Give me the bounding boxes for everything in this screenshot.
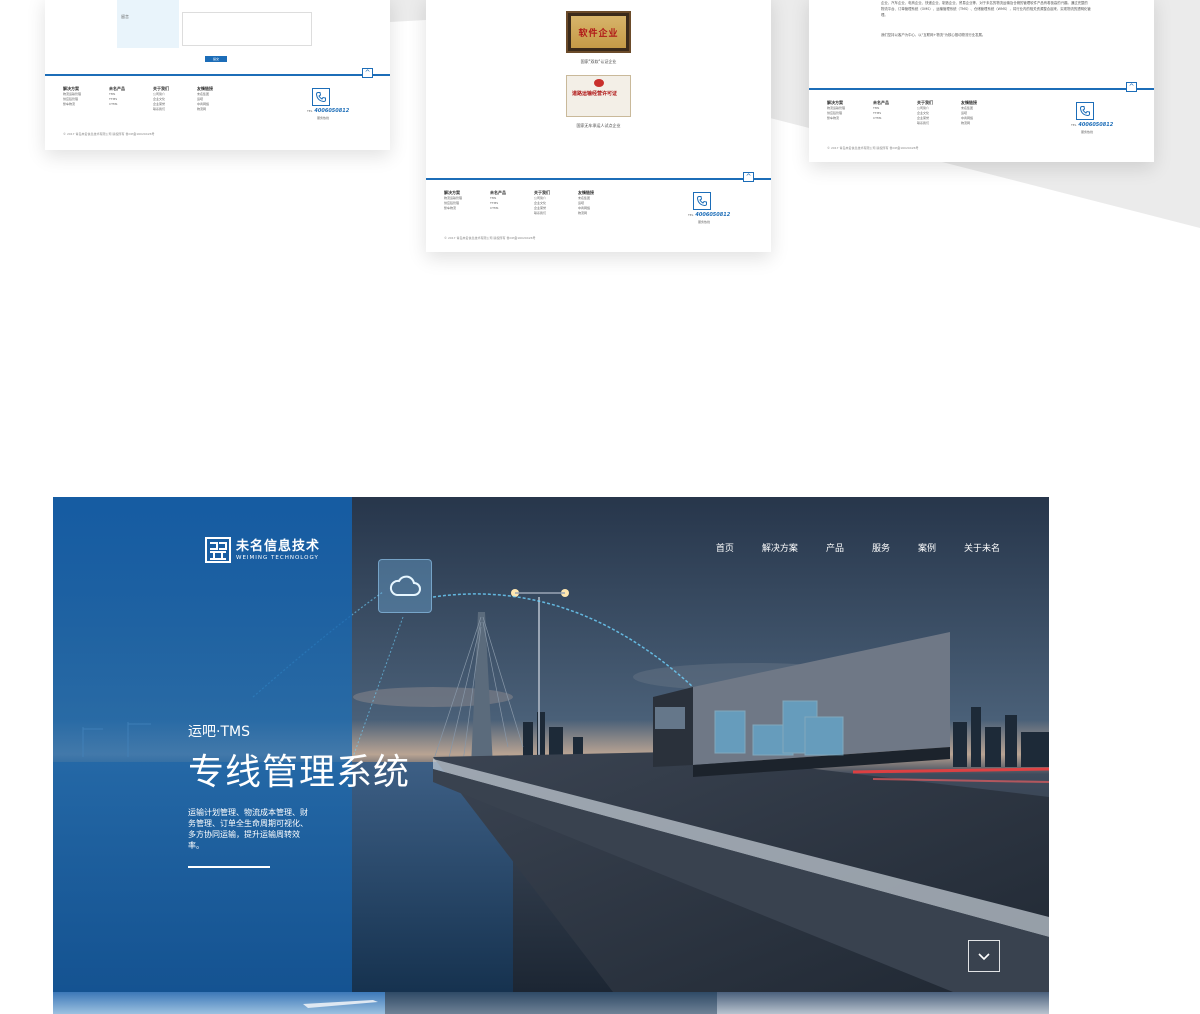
chevron-up-icon: ^ [1128, 83, 1135, 91]
page-card-about: 企业、汽车企业、电商企业、快递企业、制造企业、贸易企业等，对于未名的物流运输及仓… [809, 0, 1154, 162]
phone-number: TEL 4006050812 [307, 108, 349, 114]
about-paragraph: 我们坚持以客户为中心，以"互联网+物流"为核心推动物流行业发展。 [881, 33, 986, 37]
certificate-caption: 国家无车承运人试点企业 [576, 123, 621, 128]
certificate-software-enterprise: 软件企业 [566, 11, 631, 53]
back-to-top-button[interactable]: ^ [743, 172, 754, 182]
copyright: © 2017 青岛未名信息技术有限公司 版权所有 鲁ICP备16020426号 [444, 236, 536, 240]
phone-subtitle: 服务热线 [698, 220, 711, 224]
nav-item-solutions[interactable]: 解决方案 [762, 541, 798, 554]
footer-column: 未名产品 TMS TTMS CTMS [109, 86, 125, 112]
copyright: © 2017 青岛未名信息技术有限公司 版权所有 鲁ICP备16020426号 [827, 146, 919, 150]
hero-description: 运输计划管理、物流成本管理、财务管理、订单全生命周期可视化、多方协同运输，提升运… [188, 808, 308, 850]
footer-column: 关于我们 公司简介 企业文化 企业荣誉 联系我们 [917, 100, 933, 126]
message-label: 留言 [117, 0, 179, 48]
nav-item-cases[interactable]: 案例 [918, 541, 936, 554]
phone-label: TEL [688, 213, 694, 217]
emblem-icon [594, 79, 604, 87]
back-to-top-button[interactable]: ^ [1126, 82, 1137, 92]
certificate-caption: 国家"双软"认证企业 [580, 59, 617, 64]
footer-link[interactable]: 整车物流 [827, 116, 845, 121]
phone-label: TEL [1071, 123, 1077, 127]
phone-subtitle: 服务热线 [1081, 130, 1094, 134]
phone-icon [1076, 102, 1094, 120]
phone-subtitle: 服务热线 [317, 116, 330, 120]
phone-icon [312, 88, 330, 106]
phone-value: 4006050812 [1078, 122, 1114, 128]
page-card-contact: 留言 提交 ^ 解决方案 物流运输管理 供应链管理 整车物流 未名产品 TMS … [45, 0, 390, 150]
phone-label: TEL [307, 109, 313, 113]
nav-item-services[interactable]: 服务 [872, 541, 890, 554]
nav-item-home[interactable]: 首页 [716, 541, 734, 554]
footer-column: 未名产品 TMS TTMS CTMS [490, 190, 506, 216]
footer-link[interactable]: 物流网 [197, 107, 213, 112]
logo-icon [205, 537, 231, 563]
chevron-up-icon: ^ [745, 173, 752, 181]
brand-logo[interactable]: 未名信息技术 WEIMING TECHNOLOGY [205, 537, 320, 563]
copyright: © 2017 青岛未名信息技术有限公司 版权所有 鲁ICP备16020426号 [63, 132, 155, 136]
chevron-down-icon [978, 953, 990, 961]
footer-divider [809, 88, 1154, 90]
footer-columns: 解决方案 物流运输管理 供应链管理 整车物流 未名产品 TMS TTMS CTM… [444, 190, 594, 216]
footer-link[interactable]: CTMS [490, 206, 506, 211]
back-to-top-button[interactable]: ^ [362, 68, 373, 78]
footer-column: 友情链接 未名集团 运吧 中商网络 物流网 [961, 100, 977, 126]
cloud-icon [378, 559, 432, 613]
chevron-up-icon: ^ [364, 69, 371, 77]
phone-number: TEL 4006050812 [1071, 122, 1113, 128]
footer-columns: 解决方案 物流运输管理 供应链管理 整车物流 未名产品 TMS TTMS CTM… [827, 100, 977, 126]
footer-link[interactable]: 整车物流 [63, 102, 81, 107]
about-paragraph: 企业、汽车企业、电商企业、快递企业、制造企业、贸易企业等，对于未名的物流运输及仓… [881, 1, 1091, 17]
footer-divider [426, 178, 771, 180]
footer-column: 解决方案 物流运输管理 供应链管理 整车物流 [827, 100, 845, 126]
phone-number: TEL 4006050812 [688, 212, 730, 218]
certificate-transport-license: 道路运输经营许可证 [566, 75, 631, 117]
nav-item-about[interactable]: 关于未名 [964, 541, 1000, 554]
submit-button[interactable]: 提交 [205, 56, 227, 62]
certificate-title: 软件企业 [578, 28, 619, 39]
footer-link[interactable]: 联系我们 [917, 121, 933, 126]
hero-title: 专线管理系统 [188, 752, 411, 793]
certificate-title: 道路运输经营许可证 [572, 91, 618, 97]
footer-column: 关于我们 公司简介 企业文化 企业荣誉 联系我们 [153, 86, 169, 112]
footer-column: 友情链接 未名集团 运吧 中商网络 物流网 [197, 86, 213, 112]
footer-columns: 解决方案 物流运输管理 供应链管理 整车物流 未名产品 TMS TTMS CTM… [63, 86, 213, 112]
thumbnail-highway[interactable] [385, 992, 717, 1014]
message-textarea[interactable] [182, 12, 312, 46]
main-nav: 首页 解决方案 产品 服务 案例 关于未名 [716, 541, 1000, 554]
logo-cn-text: 未名信息技术 [236, 538, 321, 554]
footer-column: 解决方案 物流运输管理 供应链管理 整车物流 [63, 86, 81, 112]
phone-value: 4006050812 [314, 108, 350, 114]
footer-link[interactable]: 整车物流 [444, 206, 462, 211]
footer-column: 关于我们 公司简介 企业文化 企业荣誉 联系我们 [534, 190, 550, 216]
hero-subtitle: 运吧·TMS [188, 724, 250, 740]
footer-column: 解决方案 物流运输管理 供应链管理 整车物流 [444, 190, 462, 216]
footer-column: 未名产品 TMS TTMS CTMS [873, 100, 889, 126]
thumbnail-strip [53, 992, 1049, 1014]
phone-value: 4006050812 [695, 212, 731, 218]
phone-icon [693, 192, 711, 210]
nav-item-products[interactable]: 产品 [826, 541, 844, 554]
footer-link[interactable]: 联系我们 [153, 107, 169, 112]
logo-en-text: WEIMING TECHNOLOGY [236, 554, 319, 561]
footer-link[interactable]: 联系我们 [534, 211, 550, 216]
hero-banner: 未名信息技术 WEIMING TECHNOLOGY 首页 解决方案 产品 服务 … [53, 497, 1049, 992]
page-card-honors: 软件企业 国家"双软"认证企业 道路运输经营许可证 国家无车承运人试点企业 ^ … [426, 0, 771, 252]
design-showcase: 留言 提交 ^ 解决方案 物流运输管理 供应链管理 整车物流 未名产品 TMS … [0, 0, 1200, 1014]
scroll-down-button[interactable] [968, 940, 1000, 972]
footer-link[interactable]: 物流网 [578, 211, 594, 216]
footer-divider [45, 74, 390, 76]
footer-column: 友情链接 未名集团 运吧 中商网络 物流网 [578, 190, 594, 216]
thumbnail-air-freight[interactable] [53, 992, 385, 1014]
thumbnail-city[interactable] [717, 992, 1049, 1014]
footer-link[interactable]: CTMS [109, 102, 125, 107]
hero-underline [188, 866, 270, 868]
footer-link[interactable]: 物流网 [961, 121, 977, 126]
footer-link[interactable]: CTMS [873, 116, 889, 121]
message-form-row: 留言 [117, 0, 317, 48]
